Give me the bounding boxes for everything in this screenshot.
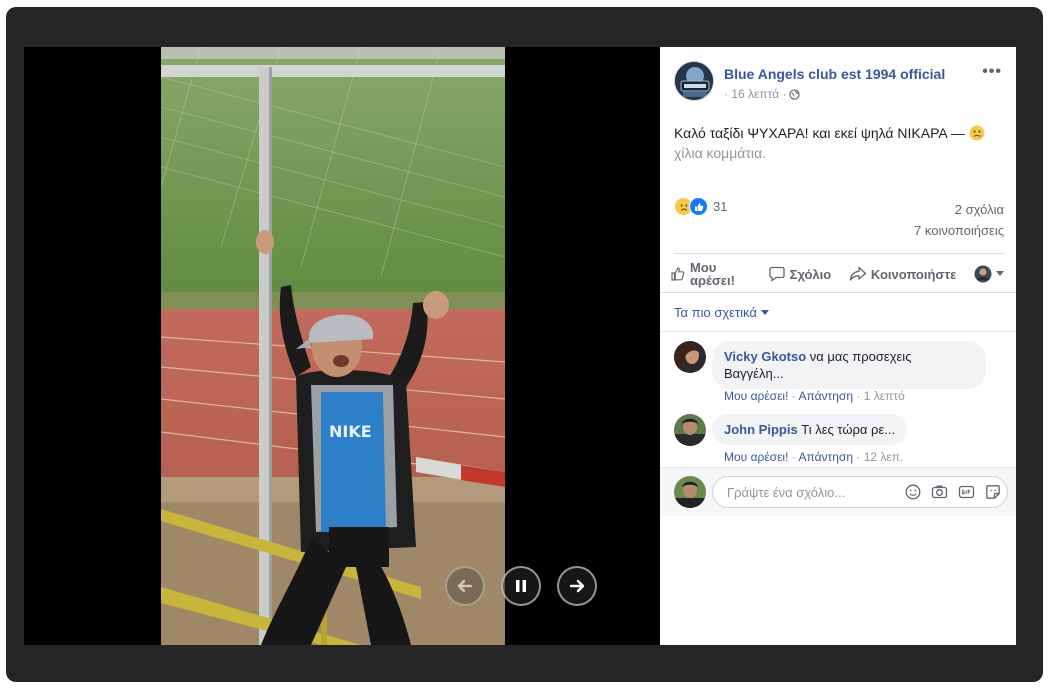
like-button[interactable]: Μου αρέσει! xyxy=(670,261,750,287)
commenter-avatar[interactable] xyxy=(674,341,706,373)
post-side-panel: Blue Angels club est 1994 official · 16 … xyxy=(660,47,1016,645)
comment-sort-dropdown[interactable]: Τα πιο σχετικά xyxy=(674,305,769,320)
caret-down-icon xyxy=(760,309,769,315)
pause-button[interactable] xyxy=(501,566,541,606)
arrow-left-icon xyxy=(457,579,473,593)
sticker-icon[interactable] xyxy=(985,484,1001,500)
reaction-summary[interactable]: 31 xyxy=(674,197,727,216)
post-photo[interactable]: NIKE xyxy=(161,47,505,645)
comment-time[interactable]: 12 λεπ. xyxy=(864,450,904,464)
engagement-counts: 2 σχόλια 7 κοινοποιήσεις xyxy=(914,199,1004,241)
share-button[interactable]: Κοινοποιήστε xyxy=(849,266,956,282)
more-options-button[interactable]: ••• xyxy=(982,63,1002,81)
share-count-link[interactable]: 7 κοινοποιήσεις xyxy=(914,220,1004,241)
composer-tools xyxy=(905,484,1001,500)
post-header: Blue Angels club est 1994 official · 16 … xyxy=(674,61,1004,105)
comment-input[interactable] xyxy=(725,483,905,501)
svg-text:NIKE: NIKE xyxy=(329,422,372,441)
next-button[interactable] xyxy=(557,566,597,606)
comment: John Pippis Τι λες τώρα ρε... Μου αρέσει… xyxy=(674,414,1004,464)
sort-label: Τα πιο σχετικά xyxy=(674,305,757,320)
thumbs-up-icon xyxy=(671,267,685,281)
crying-face-emoji-icon xyxy=(969,125,985,141)
share-icon xyxy=(849,266,867,281)
camera-icon[interactable] xyxy=(931,484,948,500)
caret-down-icon xyxy=(995,271,1004,276)
like-label: Μου αρέσει! xyxy=(690,260,735,288)
comment-bubble: John Pippis Τι λες τώρα ρε... xyxy=(712,414,908,445)
commenter-avatar[interactable] xyxy=(674,414,706,446)
comment-like-link[interactable]: Μου αρέσει! xyxy=(724,389,788,403)
comment-button[interactable]: Σχόλιο xyxy=(768,266,832,282)
comment-author-link[interactable]: Vicky Gkotso xyxy=(724,349,806,364)
comment-reply-link[interactable]: Απάντηση xyxy=(798,450,853,464)
comment-text: Τι λες τώρα ρε... xyxy=(801,422,896,437)
comment-author-link[interactable]: John Pippis xyxy=(724,422,798,437)
media-viewer: NIKE xyxy=(24,47,660,645)
arrow-right-icon xyxy=(569,579,585,593)
divider xyxy=(674,253,1004,254)
post-actions: Μου αρέσει! Σχόλιο Κοινοποιήστε xyxy=(670,257,1004,291)
comment-count-link[interactable]: 2 σχόλια xyxy=(914,199,1004,220)
page-name-link[interactable]: Blue Angels club est 1994 official xyxy=(724,66,945,82)
photo-image: NIKE xyxy=(161,47,505,645)
comment-reply-link[interactable]: Απάντηση xyxy=(798,389,853,403)
divider xyxy=(660,292,1016,293)
photo-theater: NIKE Blue Angels club est 1994 official … xyxy=(6,7,1043,682)
page-avatar[interactable] xyxy=(674,61,714,101)
globe-icon xyxy=(789,88,801,100)
like-reaction-icon xyxy=(689,197,708,216)
post-meta: · 16 λεπτά · xyxy=(724,87,801,101)
comment-actions: Μου αρέσει! · Απάντηση · 1 λεπτό xyxy=(724,389,905,403)
comment-like-link[interactable]: Μου αρέσει! xyxy=(724,450,788,464)
post-text-continued: χίλια κομμάτια. xyxy=(674,145,767,161)
comment-actions: Μου αρέσει! · Απάντηση · 12 λεπ. xyxy=(724,450,904,464)
audience-selector[interactable] xyxy=(974,265,1004,283)
comment-label: Σχόλιο xyxy=(789,266,832,282)
pause-icon xyxy=(516,580,526,592)
comment-bubble: Vicky Gkotso να μας προσεχεις Βαγγέλη... xyxy=(712,341,986,389)
gif-icon[interactable] xyxy=(958,484,975,500)
current-user-avatar[interactable] xyxy=(674,476,706,508)
page-logo xyxy=(675,62,713,100)
post-text-main: Καλό ταξίδι ΨΥΧΑΡΑ! και εκεί ψηλά ΝΙΚΑΡΑ… xyxy=(674,125,969,141)
share-label: Κοινοποιήστε xyxy=(870,266,957,282)
reply-composer xyxy=(660,467,1016,516)
comment-icon xyxy=(769,266,785,282)
audience-avatar-icon xyxy=(974,265,992,283)
previous-button[interactable] xyxy=(445,566,485,606)
post-text: Καλό ταξίδι ΨΥΧΑΡΑ! και εκεί ψηλά ΝΙΚΑΡΑ… xyxy=(674,123,1004,163)
divider xyxy=(660,331,1016,332)
comment: Vicky Gkotso να μας προσεχεις Βαγγέλη...… xyxy=(674,341,1004,403)
emoji-icon[interactable] xyxy=(905,484,921,500)
comment-time[interactable]: 1 λεπτό xyxy=(864,389,905,403)
post-time[interactable]: · 16 λεπτά · xyxy=(724,87,786,101)
reaction-count: 31 xyxy=(713,199,728,214)
comment-input-box xyxy=(712,476,1008,508)
